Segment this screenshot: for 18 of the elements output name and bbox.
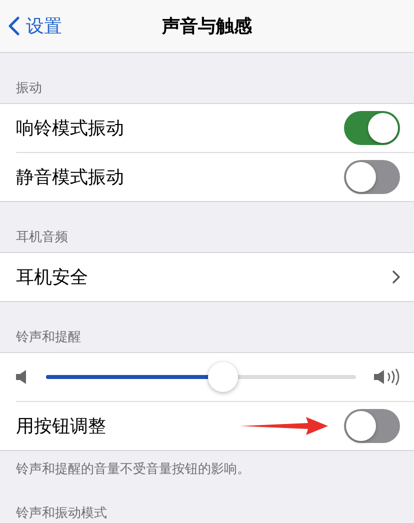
section-header: 耳机音频 [15, 229, 69, 247]
section-header: 铃声和振动模式 [15, 505, 108, 523]
toggle-switch[interactable] [344, 111, 400, 145]
setting-label: 静音模式振动 [16, 166, 125, 189]
speaker-loud-icon [374, 368, 400, 386]
toggle-switch[interactable] [344, 409, 400, 443]
screen-title: 声音与触感 [162, 15, 252, 38]
volume-slider[interactable] [46, 361, 356, 393]
setting-label: 用按钮调整 [16, 415, 107, 438]
section-footer: 铃声和提醒的音量不受音量按钮的影响。 [0, 451, 414, 478]
chevron-right-icon [392, 270, 400, 284]
back-button[interactable]: 设置 [8, 14, 62, 38]
section-header: 铃声和提醒 [15, 329, 82, 347]
speaker-low-icon [16, 369, 28, 385]
toggle-switch[interactable] [344, 160, 400, 194]
section-header: 振动 [15, 80, 43, 98]
back-chevron-icon [8, 16, 20, 36]
setting-label: 响铃模式振动 [16, 117, 125, 140]
